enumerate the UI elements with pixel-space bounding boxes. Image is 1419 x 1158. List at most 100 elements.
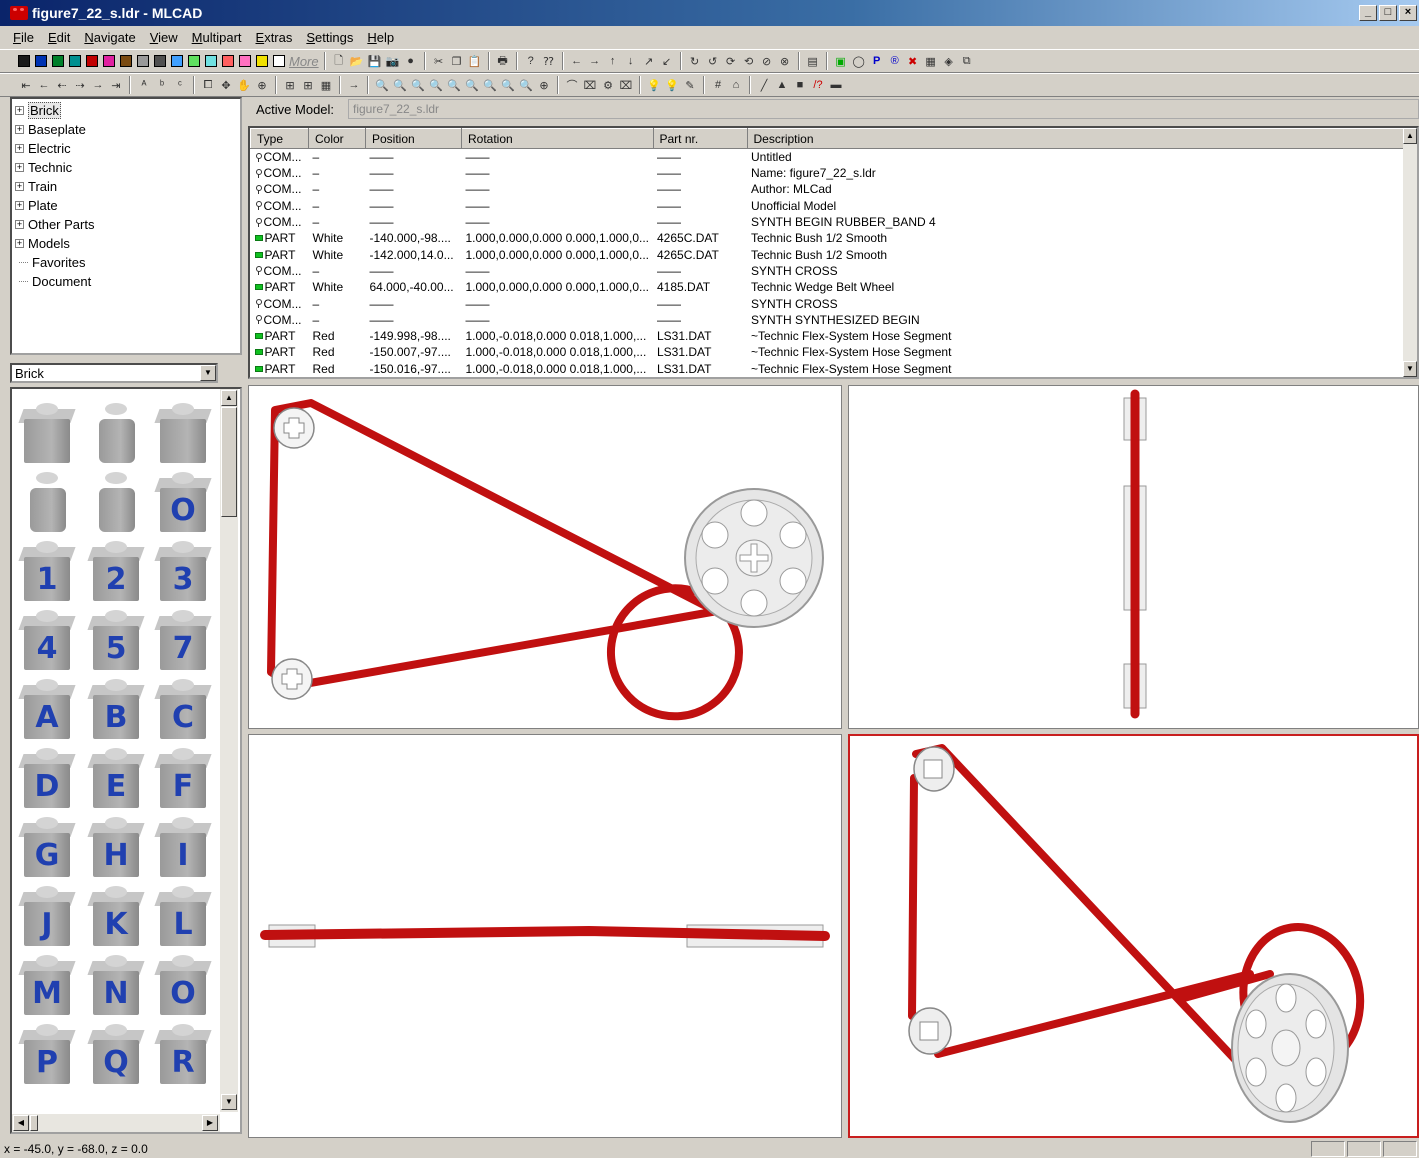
menu-extras[interactable]: Extras: [249, 30, 300, 45]
table-row[interactable]: COM... – —— —— —— SYNTH SYNTHESIZED BEGIN: [251, 312, 1405, 328]
palette-part[interactable]: E: [87, 748, 145, 810]
menu-multipart[interactable]: Multipart: [185, 30, 249, 45]
tree-item[interactable]: + Brick: [12, 101, 240, 120]
palette-part[interactable]: J: [18, 886, 76, 948]
submodel-icon[interactable]: ⧉: [959, 53, 975, 69]
table-row[interactable]: PART White -140.000,-98.... 1.000,0.000,0.0…: [251, 230, 1405, 246]
square-icon[interactable]: ■: [792, 77, 808, 93]
palette-part[interactable]: K: [87, 886, 145, 948]
palette-part[interactable]: I: [154, 817, 212, 879]
delete-bend-icon[interactable]: ⌧: [582, 77, 598, 93]
menu-settings[interactable]: Settings: [299, 30, 360, 45]
tree-item[interactable]: + Electric: [12, 139, 240, 158]
select-icon[interactable]: ⧠: [200, 77, 216, 93]
palette-part[interactable]: 5: [87, 610, 145, 672]
color-swatch[interactable]: [154, 55, 166, 67]
color-swatch[interactable]: [273, 55, 285, 67]
tree-item[interactable]: Favorites: [12, 253, 240, 272]
zoom-150-icon[interactable]: 🔍: [410, 77, 426, 93]
expand-plus-icon[interactable]: +: [15, 201, 24, 210]
palette-part[interactable]: Q: [87, 1024, 145, 1086]
zoom-75-icon[interactable]: 🔍: [446, 77, 462, 93]
rotate-z-rev-icon[interactable]: ⊗: [777, 53, 793, 69]
color-swatch[interactable]: [205, 55, 217, 67]
palette-part[interactable]: O: [154, 955, 212, 1017]
model-list-scrollbar[interactable]: ▲ ▼: [1403, 128, 1417, 377]
add-part-icon[interactable]: ▣: [833, 53, 849, 69]
render-icon[interactable]: ●: [403, 53, 419, 69]
bend-icon[interactable]: ⌒: [564, 77, 580, 93]
palette-part[interactable]: [87, 403, 145, 465]
viewport-side[interactable]: [848, 385, 1419, 729]
viewport-top[interactable]: [248, 734, 842, 1138]
gear-icon[interactable]: ⚙: [600, 77, 616, 93]
expand-plus-icon[interactable]: +: [15, 239, 24, 248]
palette-part[interactable]: 1: [18, 541, 76, 603]
tree-item[interactable]: Document: [12, 272, 240, 291]
tree-item[interactable]: + Plate: [12, 196, 240, 215]
table-row[interactable]: COM... – —— —— —— Untitled: [251, 149, 1405, 166]
grid-medium-icon[interactable]: ⊞: [300, 77, 316, 93]
palette-part[interactable]: A: [18, 679, 76, 741]
palette-vertical-scrollbar[interactable]: ▲ ▼: [220, 389, 238, 1112]
last-step-icon[interactable]: ⇥: [108, 77, 124, 93]
next-icon[interactable]: ⇢: [72, 77, 88, 93]
grid-coarse-icon[interactable]: ⊞: [282, 77, 298, 93]
table-row[interactable]: COM... – —— —— —— Name: figure7_22_s.ldr: [251, 165, 1405, 181]
color-swatch[interactable]: [103, 55, 115, 67]
tree-item[interactable]: + Models: [12, 234, 240, 253]
sort-c-icon[interactable]: ᶜ: [172, 77, 188, 93]
table-row[interactable]: COM... – —— —— —— Author: MLCad: [251, 181, 1405, 197]
color-swatch[interactable]: [222, 55, 234, 67]
help-icon[interactable]: ?: [523, 53, 539, 69]
table-row[interactable]: PART White 64.000,-40.00... 1.000,0.000,0.0…: [251, 279, 1405, 295]
pan-icon[interactable]: ✥: [218, 77, 234, 93]
palette-part[interactable]: N: [87, 955, 145, 1017]
table-row[interactable]: PART Red -150.016,-97.... 1.000,-0.018,0.00…: [251, 361, 1405, 377]
image-icon[interactable]: ▦: [923, 53, 939, 69]
palette-scroll-thumb[interactable]: [221, 407, 237, 517]
step-icon[interactable]: ®: [887, 53, 903, 69]
column-rotation[interactable]: Rotation: [461, 128, 654, 149]
column-position[interactable]: Position: [365, 128, 462, 149]
zoom-50-icon[interactable]: 🔍: [464, 77, 480, 93]
palette-part[interactable]: R: [154, 1024, 212, 1086]
color-swatch[interactable]: [86, 55, 98, 67]
tree-item[interactable]: + Train: [12, 177, 240, 196]
table-row[interactable]: COM... – —— —— —— SYNTH CROSS: [251, 295, 1405, 311]
table-row[interactable]: PART White -142.000,14.0... 1.000,0.000,0.0…: [251, 246, 1405, 262]
expand-plus-icon[interactable]: +: [15, 106, 24, 115]
menu-edit[interactable]: Edit: [41, 30, 77, 45]
table-row[interactable]: PART Red -149.998,-98.... 1.000,-0.018,0.00…: [251, 328, 1405, 344]
column-type[interactable]: Type: [250, 128, 309, 149]
column-color[interactable]: Color: [308, 128, 366, 149]
scroll-up-icon[interactable]: ▲: [1403, 128, 1417, 144]
move-diag-in-icon[interactable]: ↗: [641, 53, 657, 69]
next-step-icon[interactable]: →: [90, 77, 106, 93]
triangle-icon[interactable]: ▲: [774, 77, 790, 93]
color-swatch[interactable]: [239, 55, 251, 67]
rotate-x-icon[interactable]: ↻: [687, 53, 703, 69]
move-right-icon[interactable]: →: [587, 53, 603, 69]
column-part-nr[interactable]: Part nr.: [652, 128, 748, 149]
rotate-y-icon[interactable]: ⟳: [723, 53, 739, 69]
menu-view[interactable]: View: [143, 30, 185, 45]
optional-line-icon[interactable]: /?: [810, 77, 826, 93]
title-bar[interactable]: figure7_22_s.ldr - MLCAD _ □ ×: [0, 0, 1419, 26]
palette-part[interactable]: 7: [154, 610, 212, 672]
sort-b-icon[interactable]: ᵇ: [154, 77, 170, 93]
move-up-icon[interactable]: ↑: [605, 53, 621, 69]
sort-a-icon[interactable]: ᴬ: [136, 77, 152, 93]
expand-plus-icon[interactable]: +: [15, 163, 24, 172]
maximize-button[interactable]: □: [1379, 5, 1397, 21]
palette-part[interactable]: 4: [18, 610, 76, 672]
part-category-select[interactable]: Brick ▼: [10, 363, 218, 383]
palette-part[interactable]: L: [154, 886, 212, 948]
snap-icon[interactable]: →: [346, 77, 362, 93]
tree-item[interactable]: + Other Parts: [12, 215, 240, 234]
rotate-x-rev-icon[interactable]: ↺: [705, 53, 721, 69]
chevron-down-icon[interactable]: ▼: [200, 365, 216, 381]
print-icon[interactable]: 🖶: [495, 53, 511, 69]
zoom-25-icon[interactable]: 🔍: [482, 77, 498, 93]
palette-part[interactable]: 3: [154, 541, 212, 603]
